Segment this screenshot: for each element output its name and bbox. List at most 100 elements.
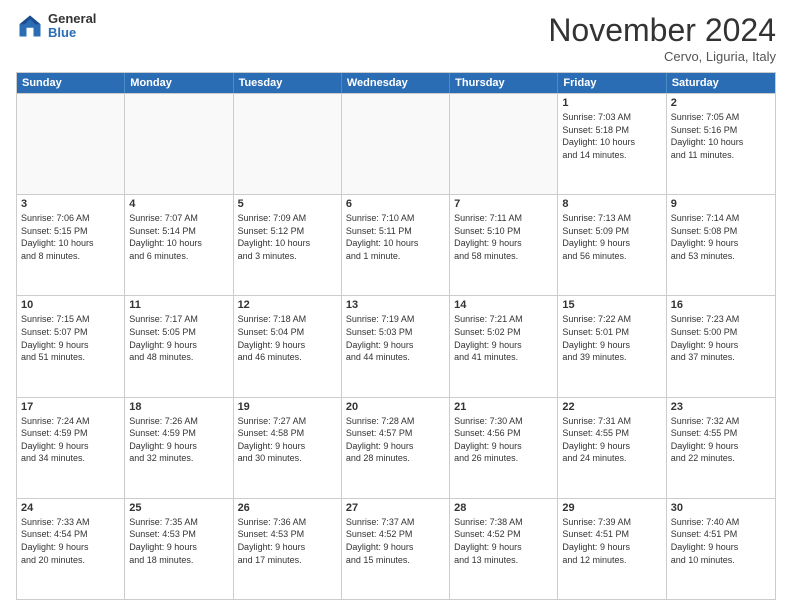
day-number: 16 [671,299,771,311]
day-info: Sunrise: 7:09 AM Sunset: 5:12 PM Dayligh… [238,212,337,262]
day-info: Sunrise: 7:32 AM Sunset: 4:55 PM Dayligh… [671,415,771,465]
day-info: Sunrise: 7:11 AM Sunset: 5:10 PM Dayligh… [454,212,553,262]
day-info: Sunrise: 7:03 AM Sunset: 5:18 PM Dayligh… [562,111,661,161]
day-number: 14 [454,299,553,311]
day-cell-23: 23 Sunrise: 7:32 AM Sunset: 4:55 PM Dayli… [667,398,775,498]
day-info: Sunrise: 7:24 AM Sunset: 4:59 PM Dayligh… [21,415,120,465]
day-number: 30 [671,502,771,514]
day-number: 13 [346,299,445,311]
day-cell-21: 21 Sunrise: 7:30 AM Sunset: 4:56 PM Dayli… [450,398,558,498]
day-number: 23 [671,401,771,413]
day-cell-5: 5 Sunrise: 7:09 AM Sunset: 5:12 PM Daylig… [234,195,342,295]
day-info: Sunrise: 7:39 AM Sunset: 4:51 PM Dayligh… [562,516,661,566]
day-info: Sunrise: 7:15 AM Sunset: 5:07 PM Dayligh… [21,313,120,363]
title-block: November 2024 Cervo, Liguria, Italy [548,12,776,64]
day-number: 2 [671,97,771,109]
day-number: 24 [21,502,120,514]
day-cell-8: 8 Sunrise: 7:13 AM Sunset: 5:09 PM Daylig… [558,195,666,295]
day-cell-3: 3Sunrise: 7:06 AM Sunset: 5:15 PM Daylig… [17,195,125,295]
calendar-row-3: 17Sunrise: 7:24 AM Sunset: 4:59 PM Dayli… [17,397,775,498]
day-cell-13: 13 Sunrise: 7:19 AM Sunset: 5:03 PM Dayli… [342,296,450,396]
day-cell-25: 25 Sunrise: 7:35 AM Sunset: 4:53 PM Dayli… [125,499,233,599]
calendar-row-1: 3Sunrise: 7:06 AM Sunset: 5:15 PM Daylig… [17,194,775,295]
day-number: 5 [238,198,337,210]
day-info: Sunrise: 7:33 AM Sunset: 4:54 PM Dayligh… [21,516,120,566]
day-number: 1 [562,97,661,109]
day-info: Sunrise: 7:06 AM Sunset: 5:15 PM Dayligh… [21,212,120,262]
logo-general-label: General [48,12,96,26]
day-info: Sunrise: 7:21 AM Sunset: 5:02 PM Dayligh… [454,313,553,363]
day-info: Sunrise: 7:19 AM Sunset: 5:03 PM Dayligh… [346,313,445,363]
day-header-thursday: Thursday [450,73,558,93]
day-cell-18: 18Sunrise: 7:26 AM Sunset: 4:59 PM Dayli… [125,398,233,498]
day-number: 20 [346,401,445,413]
day-number: 6 [346,198,445,210]
empty-cell [125,94,233,194]
logo: General Blue [16,12,96,41]
day-number: 21 [454,401,553,413]
day-number: 26 [238,502,337,514]
day-info: Sunrise: 7:22 AM Sunset: 5:01 PM Dayligh… [562,313,661,363]
calendar-row-2: 10 Sunrise: 7:15 AM Sunset: 5:07 PM Dayli… [17,295,775,396]
day-header-tuesday: Tuesday [234,73,342,93]
day-cell-17: 17Sunrise: 7:24 AM Sunset: 4:59 PM Dayli… [17,398,125,498]
day-cell-26: 26 Sunrise: 7:36 AM Sunset: 4:53 PM Dayli… [234,499,342,599]
day-info: Sunrise: 7:17 AM Sunset: 5:05 PM Dayligh… [129,313,228,363]
day-info: Sunrise: 7:30 AM Sunset: 4:56 PM Dayligh… [454,415,553,465]
day-info: Sunrise: 7:36 AM Sunset: 4:53 PM Dayligh… [238,516,337,566]
day-number: 9 [671,198,771,210]
day-info: Sunrise: 7:37 AM Sunset: 4:52 PM Dayligh… [346,516,445,566]
day-cell-2: 2 Sunrise: 7:05 AM Sunset: 5:16 PM Daylig… [667,94,775,194]
day-header-sunday: Sunday [17,73,125,93]
day-info: Sunrise: 7:40 AM Sunset: 4:51 PM Dayligh… [671,516,771,566]
calendar-body: 1 Sunrise: 7:03 AM Sunset: 5:18 PM Daylig… [17,93,775,599]
location-label: Cervo, Liguria, Italy [548,49,776,64]
day-cell-28: 28Sunrise: 7:38 AM Sunset: 4:52 PM Dayli… [450,499,558,599]
month-title: November 2024 [548,12,776,49]
calendar-header: SundayMondayTuesdayWednesdayThursdayFrid… [17,73,775,93]
day-number: 7 [454,198,553,210]
day-info: Sunrise: 7:13 AM Sunset: 5:09 PM Dayligh… [562,212,661,262]
day-cell-4: 4Sunrise: 7:07 AM Sunset: 5:14 PM Daylig… [125,195,233,295]
day-cell-20: 20 Sunrise: 7:28 AM Sunset: 4:57 PM Dayli… [342,398,450,498]
day-cell-9: 9 Sunrise: 7:14 AM Sunset: 5:08 PM Daylig… [667,195,775,295]
day-cell-1: 1 Sunrise: 7:03 AM Sunset: 5:18 PM Daylig… [558,94,666,194]
day-number: 11 [129,299,228,311]
day-cell-6: 6 Sunrise: 7:10 AM Sunset: 5:11 PM Daylig… [342,195,450,295]
day-info: Sunrise: 7:18 AM Sunset: 5:04 PM Dayligh… [238,313,337,363]
calendar-grid: SundayMondayTuesdayWednesdayThursdayFrid… [16,72,776,600]
day-number: 29 [562,502,661,514]
day-cell-19: 19Sunrise: 7:27 AM Sunset: 4:58 PM Dayli… [234,398,342,498]
day-cell-27: 27 Sunrise: 7:37 AM Sunset: 4:52 PM Dayli… [342,499,450,599]
day-info: Sunrise: 7:05 AM Sunset: 5:16 PM Dayligh… [671,111,771,161]
day-info: Sunrise: 7:28 AM Sunset: 4:57 PM Dayligh… [346,415,445,465]
day-number: 12 [238,299,337,311]
day-number: 27 [346,502,445,514]
day-cell-12: 12 Sunrise: 7:18 AM Sunset: 5:04 PM Dayli… [234,296,342,396]
empty-cell [342,94,450,194]
day-info: Sunrise: 7:35 AM Sunset: 4:53 PM Dayligh… [129,516,228,566]
day-number: 10 [21,299,120,311]
day-cell-24: 24 Sunrise: 7:33 AM Sunset: 4:54 PM Dayli… [17,499,125,599]
day-info: Sunrise: 7:26 AM Sunset: 4:59 PM Dayligh… [129,415,228,465]
day-info: Sunrise: 7:14 AM Sunset: 5:08 PM Dayligh… [671,212,771,262]
day-cell-30: 30 Sunrise: 7:40 AM Sunset: 4:51 PM Dayli… [667,499,775,599]
calendar-row-0: 1 Sunrise: 7:03 AM Sunset: 5:18 PM Daylig… [17,93,775,194]
page-header: General Blue November 2024 Cervo, Liguri… [16,12,776,64]
day-header-friday: Friday [558,73,666,93]
day-header-saturday: Saturday [667,73,775,93]
day-number: 28 [454,502,553,514]
day-cell-15: 15Sunrise: 7:22 AM Sunset: 5:01 PM Dayli… [558,296,666,396]
day-number: 8 [562,198,661,210]
day-cell-10: 10 Sunrise: 7:15 AM Sunset: 5:07 PM Dayli… [17,296,125,396]
day-info: Sunrise: 7:23 AM Sunset: 5:00 PM Dayligh… [671,313,771,363]
day-number: 25 [129,502,228,514]
day-header-wednesday: Wednesday [342,73,450,93]
empty-cell [234,94,342,194]
logo-blue-label: Blue [48,26,96,40]
day-number: 22 [562,401,661,413]
day-cell-16: 16 Sunrise: 7:23 AM Sunset: 5:00 PM Dayli… [667,296,775,396]
logo-text: General Blue [48,12,96,41]
empty-cell [450,94,558,194]
day-info: Sunrise: 7:10 AM Sunset: 5:11 PM Dayligh… [346,212,445,262]
